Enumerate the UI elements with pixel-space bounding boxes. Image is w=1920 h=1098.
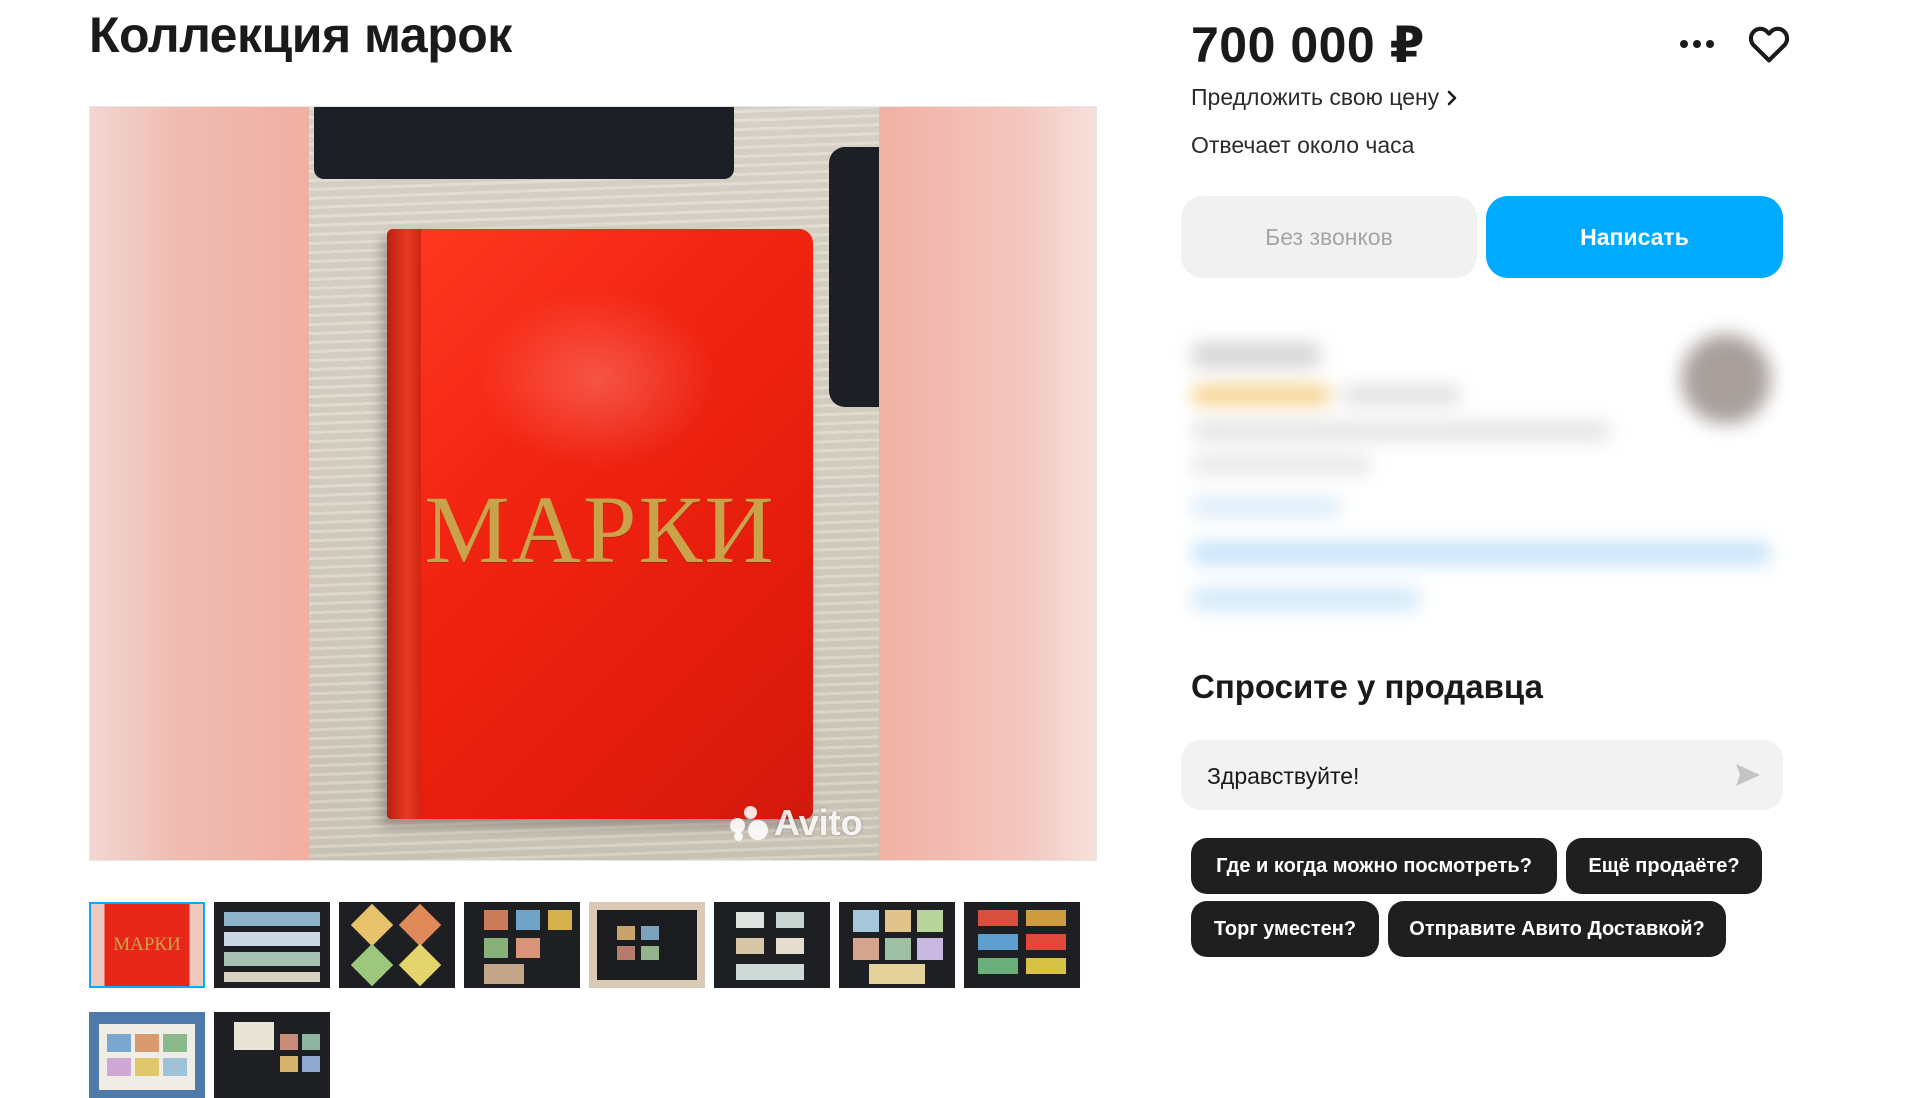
thumbnail-7[interactable] xyxy=(839,902,955,988)
chevron-right-icon xyxy=(1447,90,1457,105)
thumbnail-9[interactable] xyxy=(89,1012,205,1098)
watermark-text: Avito xyxy=(774,802,863,843)
favorite-button[interactable] xyxy=(1745,20,1793,68)
message-box xyxy=(1181,740,1783,812)
listing-title: Коллекция марок xyxy=(89,7,512,63)
message-input[interactable] xyxy=(1205,740,1709,812)
avito-logo-icon xyxy=(730,806,768,841)
thumbnail-5[interactable] xyxy=(589,902,705,988)
thumbnail-1[interactable]: МАРКИ xyxy=(89,902,205,988)
thumbnail-3[interactable] xyxy=(339,902,455,988)
more-dots-icon xyxy=(1680,40,1714,48)
response-time: Отвечает около часа xyxy=(1191,132,1415,158)
seller-card-blurred xyxy=(1181,330,1781,620)
offer-price-label: Предложить свою цену xyxy=(1191,84,1440,110)
photo-black-tray xyxy=(314,107,734,179)
thumbnail-8[interactable] xyxy=(964,902,1080,988)
offer-price-link[interactable]: Предложить свою цену xyxy=(1191,84,1457,111)
quick-question-chip[interactable]: Где и когда можно посмотреть? xyxy=(1191,838,1557,894)
avito-watermark: Avito xyxy=(730,802,863,844)
ask-seller-heading: Спросите у продавца xyxy=(1191,668,1543,705)
more-button[interactable] xyxy=(1675,22,1719,66)
quick-question-chip[interactable]: Торг уместен? xyxy=(1191,901,1379,957)
price: 700 000 ₽ xyxy=(1191,17,1425,73)
photo-phone xyxy=(829,147,879,407)
album-shine xyxy=(477,289,717,469)
no-calls-button[interactable]: Без звонков xyxy=(1181,196,1477,278)
write-message-button[interactable]: Написать xyxy=(1486,196,1783,278)
thumbnail-10[interactable] xyxy=(214,1012,330,1098)
thumbnail-1-label: МАРКИ xyxy=(113,934,181,955)
heart-icon xyxy=(1748,26,1790,63)
quick-question-chip[interactable]: Ещё продаёте? xyxy=(1566,838,1762,894)
send-icon[interactable] xyxy=(1735,763,1761,787)
main-photo[interactable]: МАРКИ Avito xyxy=(89,106,1097,861)
thumbnail-4[interactable] xyxy=(464,902,580,988)
thumbnail-6[interactable] xyxy=(714,902,830,988)
photo-red-album: МАРКИ xyxy=(387,229,813,819)
thumbnail-2[interactable] xyxy=(214,902,330,988)
album-cover-text: МАРКИ xyxy=(424,476,776,583)
photo-content: МАРКИ Avito xyxy=(309,107,879,860)
quick-question-chip[interactable]: Отправите Авито Доставкой? xyxy=(1388,901,1726,957)
